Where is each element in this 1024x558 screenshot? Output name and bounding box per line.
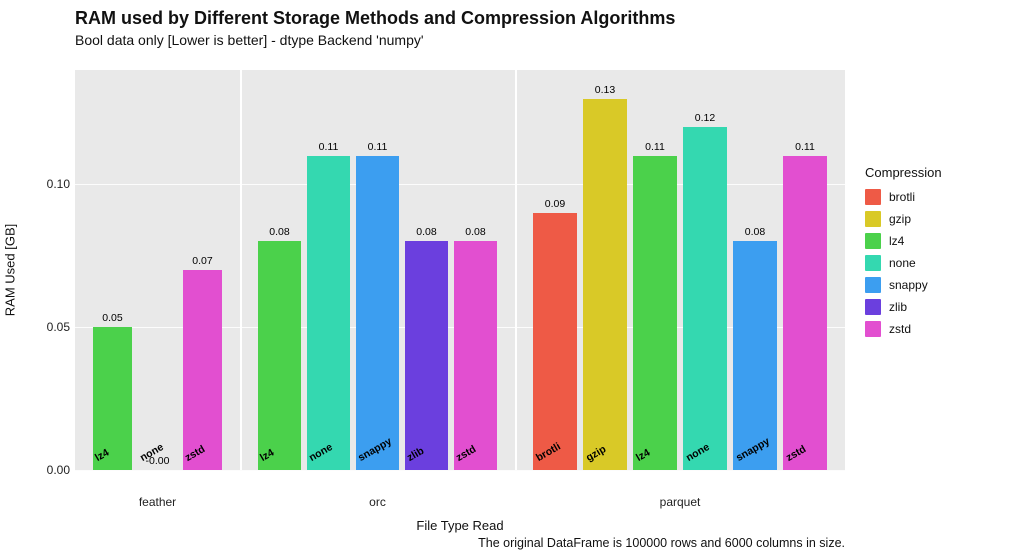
bar-orc-zlib (405, 241, 448, 470)
bar-orc-none (307, 156, 350, 470)
bar-orc-zstd (454, 241, 497, 470)
facet-separator (240, 70, 242, 470)
legend-label: gzip (889, 212, 911, 226)
bar-orc-snappy (356, 156, 399, 470)
plot-area: 0.05lz4-0.00none0.07zstd0.08lz40.11none0… (75, 70, 845, 470)
bar-value-label: 0.08 (730, 226, 780, 238)
legend-label: zlib (889, 300, 907, 314)
chart-footnote: The original DataFrame is 100000 rows an… (75, 536, 845, 550)
y-tick-label: 0.10 (25, 177, 70, 191)
bar-value-label: 0.11 (630, 141, 680, 153)
y-tick-label: 0.00 (25, 463, 70, 477)
legend-label: none (889, 256, 916, 270)
legend-swatch (865, 277, 881, 293)
legend-swatch (865, 255, 881, 271)
legend-swatch (865, 189, 881, 205)
bar-feather-lz4 (93, 327, 132, 470)
bar-orc-lz4 (258, 241, 301, 470)
legend-item-zstd: zstd (865, 318, 942, 340)
bar-value-label: 0.05 (88, 312, 138, 324)
bar-value-label: 0.08 (451, 226, 501, 238)
bar-parquet-lz4 (633, 156, 677, 470)
x-axis-label: File Type Read (75, 518, 845, 533)
bar-value-label: 0.08 (255, 226, 305, 238)
legend: Compression brotli gzip lz4 none snappy zlib z… (865, 165, 942, 340)
bar-parquet-none (683, 127, 727, 470)
bar-value-label: 0.11 (353, 141, 403, 153)
bar-parquet-snappy (733, 241, 777, 470)
chart-title: RAM used by Different Storage Methods an… (75, 8, 675, 29)
grid-line (75, 470, 845, 471)
y-tick-label: 0.05 (25, 320, 70, 334)
legend-title: Compression (865, 165, 942, 180)
bar-value-label: 0.11 (780, 141, 830, 153)
legend-item-zlib: zlib (865, 296, 942, 318)
bar-value-label: 0.11 (304, 141, 354, 153)
legend-swatch (865, 233, 881, 249)
y-axis-label: RAM Used [GB] (3, 224, 18, 316)
bar-parquet-brotli (533, 213, 577, 470)
legend-item-brotli: brotli (865, 186, 942, 208)
legend-label: lz4 (889, 234, 904, 248)
legend-swatch (865, 299, 881, 315)
bar-value-label: 0.07 (178, 255, 228, 267)
legend-swatch (865, 321, 881, 337)
bar-value-label: 0.09 (530, 198, 580, 210)
bar-feather-zstd (183, 270, 222, 470)
legend-item-none: none (865, 252, 942, 274)
chart-subtitle: Bool data only [Lower is better] - dtype… (75, 32, 424, 48)
bar-parquet-gzip (583, 99, 627, 470)
bar-value-label: 0.08 (402, 226, 452, 238)
bar-parquet-zstd (783, 156, 827, 470)
facet-label-orc: orc (240, 495, 515, 509)
legend-label: snappy (889, 278, 928, 292)
facet-label-feather: feather (75, 495, 240, 509)
legend-item-snappy: snappy (865, 274, 942, 296)
legend-item-gzip: gzip (865, 208, 942, 230)
legend-label: zstd (889, 322, 911, 336)
bar-value-label: 0.12 (680, 112, 730, 124)
grid-line (75, 184, 845, 185)
chart-container: RAM used by Different Storage Methods an… (0, 0, 1024, 558)
bar-value-label: 0.13 (580, 84, 630, 96)
facet-label-parquet: parquet (515, 495, 845, 509)
legend-item-lz4: lz4 (865, 230, 942, 252)
legend-label: brotli (889, 190, 915, 204)
legend-swatch (865, 211, 881, 227)
facet-separator (515, 70, 517, 470)
